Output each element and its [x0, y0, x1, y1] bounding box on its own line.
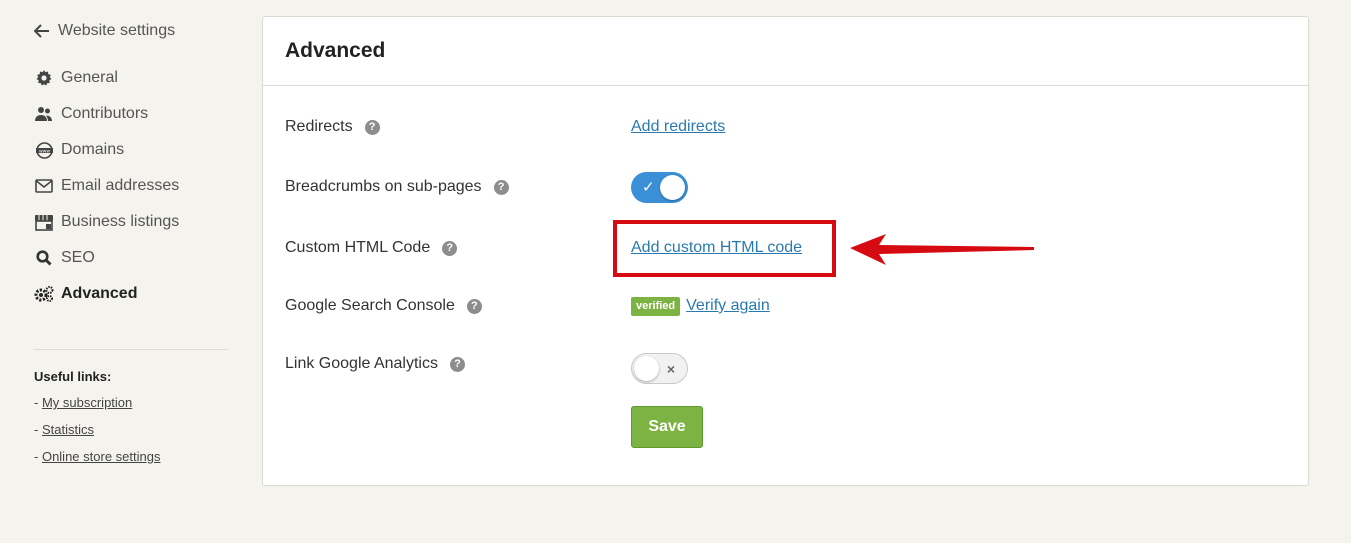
search-console-label: Google Search Console	[285, 297, 455, 314]
storefront-icon	[34, 213, 54, 231]
redirects-label: Redirects	[285, 118, 353, 135]
help-icon[interactable]: ?	[364, 119, 380, 135]
my-subscription-link[interactable]: My subscription	[42, 395, 132, 410]
checkmark-icon: ✓	[642, 179, 655, 196]
verified-badge: verified	[631, 296, 681, 316]
verify-again-link[interactable]: Verify again	[686, 297, 770, 315]
nav-item-contributors[interactable]: Contributors	[34, 96, 228, 132]
users-icon	[34, 105, 54, 123]
breadcrumbs-toggle[interactable]: ✓	[631, 171, 688, 203]
arrow-left-icon	[34, 24, 49, 38]
useful-links-section: Useful links: - My subscription - Statis…	[34, 368, 228, 475]
useful-link-item: - Online store settings	[34, 449, 161, 464]
sidebar-divider	[34, 349, 228, 350]
nav-item-seo[interactable]: SEO	[34, 240, 228, 276]
help-icon[interactable]: ?	[466, 298, 482, 314]
nav-item-label: SEO	[61, 249, 95, 266]
redirects-row: Redirects ? Add redirects	[285, 109, 1308, 145]
search-console-row: Google Search Console ? verified Verify …	[285, 288, 1308, 324]
settings-nav: General Contributors www Domains Email a…	[34, 60, 228, 312]
useful-links-title: Useful links:	[34, 369, 112, 384]
back-link-label: Website settings	[58, 22, 176, 39]
nav-item-email-addresses[interactable]: Email addresses	[34, 168, 228, 204]
breadcrumbs-row: Breadcrumbs on sub-pages ? ✓	[285, 169, 1308, 205]
nav-item-domains[interactable]: www Domains	[34, 132, 228, 168]
annotation-arrow-icon	[850, 234, 1034, 265]
nav-item-label: Contributors	[61, 105, 149, 122]
help-icon[interactable]: ?	[493, 179, 509, 195]
page-title: Advanced	[285, 39, 386, 62]
analytics-toggle[interactable]: ×	[631, 352, 688, 384]
gears-icon	[34, 285, 54, 303]
nav-item-business-listings[interactable]: Business listings	[34, 204, 228, 240]
breadcrumbs-label: Breadcrumbs on sub-pages	[285, 178, 482, 195]
envelope-icon	[34, 177, 54, 195]
back-to-website-settings-link[interactable]: Website settings	[34, 20, 175, 42]
card-header: Advanced	[263, 17, 1308, 86]
add-redirects-link[interactable]: Add redirects	[631, 118, 725, 136]
nav-item-label: Email addresses	[61, 177, 180, 194]
nav-item-label: Advanced	[61, 285, 138, 302]
online-store-settings-link[interactable]: Online store settings	[42, 449, 161, 464]
gear-icon	[34, 69, 54, 87]
nav-item-label: General	[61, 69, 118, 86]
nav-item-advanced[interactable]: Advanced	[34, 276, 228, 312]
nav-item-label: Business listings	[61, 213, 180, 230]
search-icon	[34, 249, 54, 267]
analytics-label: Link Google Analytics	[285, 355, 438, 372]
svg-text:www: www	[38, 149, 49, 154]
save-button[interactable]: Save	[631, 406, 703, 448]
annotation-highlight-box	[613, 220, 836, 277]
help-icon[interactable]: ?	[442, 240, 458, 256]
help-icon[interactable]: ?	[449, 356, 465, 372]
www-globe-icon: www	[34, 141, 54, 159]
toggle-knob	[634, 355, 659, 381]
analytics-row: Link Google Analytics ? ×	[285, 346, 1308, 384]
close-icon: ×	[666, 361, 675, 377]
toggle-knob	[660, 174, 685, 200]
nav-item-general[interactable]: General	[34, 60, 228, 96]
statistics-link[interactable]: Statistics	[42, 422, 94, 437]
useful-link-item: - Statistics	[34, 422, 94, 437]
useful-link-item: - My subscription	[34, 395, 133, 410]
custom-html-label: Custom HTML Code	[285, 239, 431, 256]
nav-item-label: Domains	[61, 141, 125, 158]
